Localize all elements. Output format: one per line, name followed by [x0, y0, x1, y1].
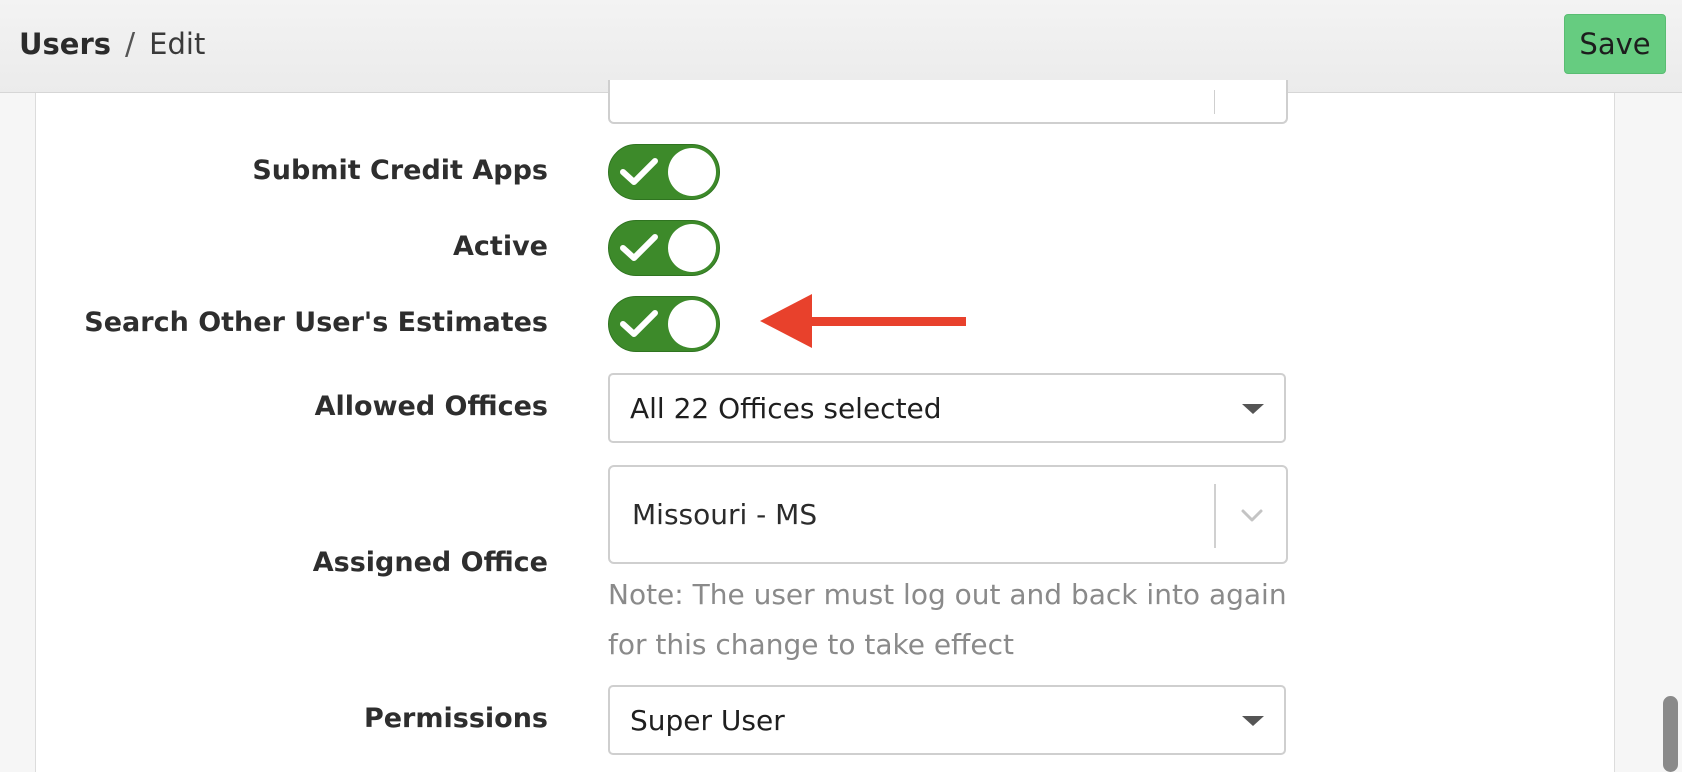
breadcrumb-separator: /	[125, 26, 136, 62]
allowed-offices-label: Allowed Offices	[314, 391, 548, 422]
caret-down-icon	[1242, 404, 1264, 414]
chevron-down-icon[interactable]	[1238, 503, 1266, 527]
assigned-office-value: Missouri - MS	[632, 498, 818, 531]
previous-select-field[interactable]	[608, 80, 1288, 124]
save-button[interactable]: Save	[1564, 14, 1666, 74]
select-divider	[1214, 484, 1216, 548]
caret-down-icon	[1242, 716, 1264, 726]
permissions-value: Super User	[630, 703, 785, 737]
permissions-select[interactable]: Super User	[608, 685, 1286, 755]
permissions-label: Permissions	[363, 703, 548, 734]
arrow-left-icon	[760, 294, 966, 348]
toggle-knob	[668, 148, 716, 196]
assigned-office-label: Assigned Office	[312, 547, 548, 578]
scrollbar-track[interactable]	[1646, 93, 1682, 772]
toggle-knob	[668, 300, 716, 348]
select-divider	[1214, 90, 1215, 114]
search-other-estimates-toggle[interactable]	[608, 296, 720, 352]
scrollbar-thumb[interactable]	[1663, 696, 1678, 772]
active-toggle[interactable]	[608, 220, 720, 276]
submit-credit-apps-toggle[interactable]	[608, 144, 720, 200]
active-label: Active	[453, 231, 548, 262]
submit-credit-apps-label: Submit Credit Apps	[252, 155, 548, 186]
check-icon	[620, 234, 658, 261]
toggle-knob	[668, 224, 716, 272]
breadcrumb: Users / Edit	[19, 26, 206, 62]
breadcrumb-current: Edit	[149, 27, 206, 61]
allowed-offices-value: All 22 Offices selected	[630, 391, 942, 425]
assigned-office-select[interactable]: Missouri - MS	[608, 465, 1288, 564]
assigned-office-note: Note: The user must log out and back int…	[608, 578, 1287, 661]
check-icon	[620, 158, 658, 185]
breadcrumb-users-link[interactable]: Users	[19, 27, 111, 61]
allowed-offices-select[interactable]: All 22 Offices selected	[608, 373, 1286, 443]
check-icon	[620, 310, 658, 337]
search-other-estimates-label: Search Other User's Estimates	[84, 307, 548, 338]
